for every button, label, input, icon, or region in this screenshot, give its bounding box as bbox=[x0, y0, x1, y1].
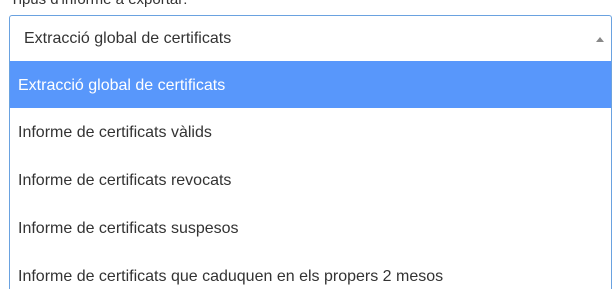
option-suspended-certificates[interactable]: Informe de certificats suspesos bbox=[10, 204, 611, 252]
report-type-select-widget: Tipus d'informe a exportar: Extracció gl… bbox=[0, 0, 615, 289]
report-type-label: Tipus d'informe a exportar: bbox=[10, 0, 187, 8]
select-current-value: Extracció global de certificats bbox=[24, 30, 232, 47]
option-label: Informe de certificats que caduquen en e… bbox=[18, 268, 444, 285]
report-type-select[interactable]: Extracció global de certificats bbox=[9, 15, 612, 61]
option-valid-certificates[interactable]: Informe de certificats vàlids bbox=[10, 108, 611, 156]
option-label: Informe de certificats suspesos bbox=[18, 220, 239, 237]
report-type-dropdown: Extracció global de certificats Informe … bbox=[9, 61, 612, 289]
option-revoked-certificates[interactable]: Informe de certificats revocats bbox=[10, 156, 611, 204]
option-label: Informe de certificats revocats bbox=[18, 172, 232, 189]
option-expiring-certificates[interactable]: Informe de certificats que caduquen en e… bbox=[10, 252, 611, 289]
option-global-extraction[interactable]: Extracció global de certificats bbox=[10, 61, 611, 108]
option-label: Informe de certificats vàlids bbox=[18, 124, 212, 141]
caret-up-icon[interactable] bbox=[596, 37, 604, 42]
option-label: Extracció global de certificats bbox=[18, 77, 226, 94]
